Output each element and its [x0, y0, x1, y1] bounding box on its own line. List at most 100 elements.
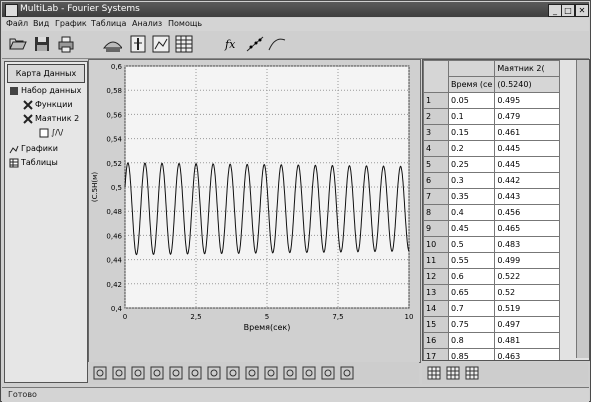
time-cell[interactable]: 0.25 [447, 156, 496, 173]
value-cell[interactable]: 0.465 [494, 220, 561, 237]
table-settings-icon[interactable] [445, 365, 461, 381]
open-icon[interactable] [8, 34, 28, 54]
title-bar[interactable]: MultiLab - Fourier Systems _ □ ✕ [2, 2, 589, 17]
table-row[interactable]: 11 0.55 0.499 [423, 252, 561, 269]
time-cell[interactable]: 0.8 [447, 332, 496, 349]
time-cell[interactable]: 0.15 [447, 124, 496, 141]
trend-icon[interactable] [225, 365, 241, 381]
menu-graph[interactable]: График [55, 19, 87, 28]
table-row[interactable]: 8 0.4 0.456 [423, 204, 561, 221]
table-grid-icon[interactable] [426, 365, 442, 381]
value-cell[interactable]: 0.442 [494, 172, 561, 189]
table-row[interactable]: 9 0.45 0.465 [423, 220, 561, 237]
value-cell[interactable]: 0.495 [494, 92, 561, 109]
time-cell[interactable]: 0.05 [447, 92, 496, 109]
time-cell[interactable]: 0.85 [447, 348, 496, 360]
value-cell[interactable]: 0.461 [494, 124, 561, 141]
menu-analysis[interactable]: Анализ [132, 19, 162, 28]
minimize-button[interactable]: _ [548, 4, 562, 17]
table-row[interactable]: 2 0.1 0.479 [423, 108, 561, 125]
time-cell[interactable]: 0.2 [447, 140, 496, 157]
table-row[interactable]: 6 0.3 0.442 [423, 172, 561, 189]
zoom-fit-icon[interactable] [130, 365, 146, 381]
table-row[interactable]: 1 0.05 0.495 [423, 92, 561, 109]
delete-icon[interactable] [339, 365, 355, 381]
tree-item-graphs[interactable]: Графики [9, 144, 85, 156]
graph-settings-icon[interactable] [282, 365, 298, 381]
value-cell[interactable]: 0.456 [494, 204, 561, 221]
table-row[interactable]: 10 0.5 0.483 [423, 236, 561, 253]
value-cell[interactable]: 0.519 [494, 300, 561, 317]
cursor-minus-icon[interactable] [206, 365, 222, 381]
time-cell[interactable]: 0.6 [447, 268, 496, 285]
time-cell[interactable]: 0.3 [447, 172, 496, 189]
pan-icon[interactable] [168, 365, 184, 381]
zoom-out-icon[interactable] [111, 365, 127, 381]
time-cell[interactable]: 0.4 [447, 204, 496, 221]
table-row[interactable]: 14 0.7 0.519 [423, 300, 561, 317]
menu-table[interactable]: Таблица [91, 19, 126, 28]
fill-icon[interactable] [263, 365, 279, 381]
time-cell[interactable]: 0.75 [447, 316, 496, 333]
time-cell[interactable]: 0.5 [447, 236, 496, 253]
autoscale-icon[interactable] [149, 365, 165, 381]
time-cell[interactable]: 0.1 [447, 108, 496, 125]
table-row[interactable]: 17 0.85 0.463 [423, 348, 561, 360]
graph-view-icon[interactable] [151, 34, 171, 54]
cursor-plus-icon[interactable] [187, 365, 203, 381]
menu-view[interactable]: Вид [33, 19, 49, 28]
table-header-pendulum[interactable]: Маятник 2( [494, 60, 561, 77]
close-button[interactable]: ✕ [575, 4, 589, 17]
value-cell[interactable]: 0.52 [494, 284, 561, 301]
time-cell[interactable]: 0.55 [447, 252, 496, 269]
tree-item-pendulum[interactable]: Маятник 2 [23, 114, 85, 126]
graph-panel[interactable]: 0,4 0,42 0,44 0,46 0,48 0,5 0,52 0,54 0,56 0,58 0,… [88, 59, 421, 363]
value-cell[interactable]: 0.483 [494, 236, 561, 253]
export-icon[interactable] [320, 365, 336, 381]
time-cell[interactable]: 0.7 [447, 300, 496, 317]
value-cell[interactable]: 0.443 [494, 188, 561, 205]
tree-item-signal[interactable]: ∫/\/ [39, 128, 85, 140]
table-row[interactable]: 5 0.25 0.445 [423, 156, 561, 173]
setup-logger-icon[interactable] [102, 34, 122, 54]
table-row[interactable]: 15 0.75 0.497 [423, 316, 561, 333]
table-row[interactable]: 7 0.35 0.443 [423, 188, 561, 205]
table-row[interactable]: 4 0.2 0.445 [423, 140, 561, 157]
value-cell[interactable]: 0.445 [494, 156, 561, 173]
xy-icon[interactable] [244, 365, 260, 381]
table-row[interactable]: 12 0.6 0.522 [423, 268, 561, 285]
data-table-panel[interactable]: Маятник 2( Время (се (0.5240) 1 0.05 0.495… [422, 59, 590, 361]
save-icon[interactable] [32, 34, 52, 54]
tree-item-tables[interactable]: Таблицы [9, 158, 85, 170]
table-view-icon[interactable] [174, 34, 194, 54]
maximize-button[interactable]: □ [561, 4, 575, 17]
axis-icon[interactable] [301, 365, 317, 381]
table-row[interactable]: 13 0.65 0.52 [423, 284, 561, 301]
menu-file[interactable]: Файл [6, 19, 28, 28]
function-fx-icon[interactable]: fx [222, 34, 242, 54]
table-header-time[interactable]: Время (се [447, 76, 496, 93]
linear-fit-icon[interactable] [245, 34, 265, 54]
meter-view-icon[interactable] [128, 34, 148, 54]
value-cell[interactable]: 0.499 [494, 252, 561, 269]
data-table[interactable]: Маятник 2( Время (се (0.5240) 1 0.05 0.495… [423, 60, 561, 360]
value-cell[interactable]: 0.481 [494, 332, 561, 349]
value-cell[interactable]: 0.497 [494, 316, 561, 333]
time-cell[interactable]: 0.35 [447, 188, 496, 205]
table-export-icon[interactable] [464, 365, 480, 381]
value-cell[interactable]: 0.522 [494, 268, 561, 285]
time-cell[interactable]: 0.65 [447, 284, 496, 301]
time-cell[interactable]: 0.45 [447, 220, 496, 237]
table-row[interactable]: 16 0.8 0.481 [423, 332, 561, 349]
zoom-in-icon[interactable] [92, 365, 108, 381]
curve-fit-icon[interactable] [267, 34, 287, 54]
table-row[interactable]: 3 0.15 0.461 [423, 124, 561, 141]
value-cell[interactable]: 0.445 [494, 140, 561, 157]
value-cell[interactable]: 0.463 [494, 348, 561, 360]
table-vertical-scrollbar[interactable] [576, 60, 589, 358]
print-icon[interactable] [56, 34, 76, 54]
tree-item-dataset[interactable]: Набор данных [9, 86, 85, 98]
tree-item-functions[interactable]: Функции [23, 100, 85, 112]
menu-help[interactable]: Помощь [168, 19, 202, 28]
value-cell[interactable]: 0.479 [494, 108, 561, 125]
